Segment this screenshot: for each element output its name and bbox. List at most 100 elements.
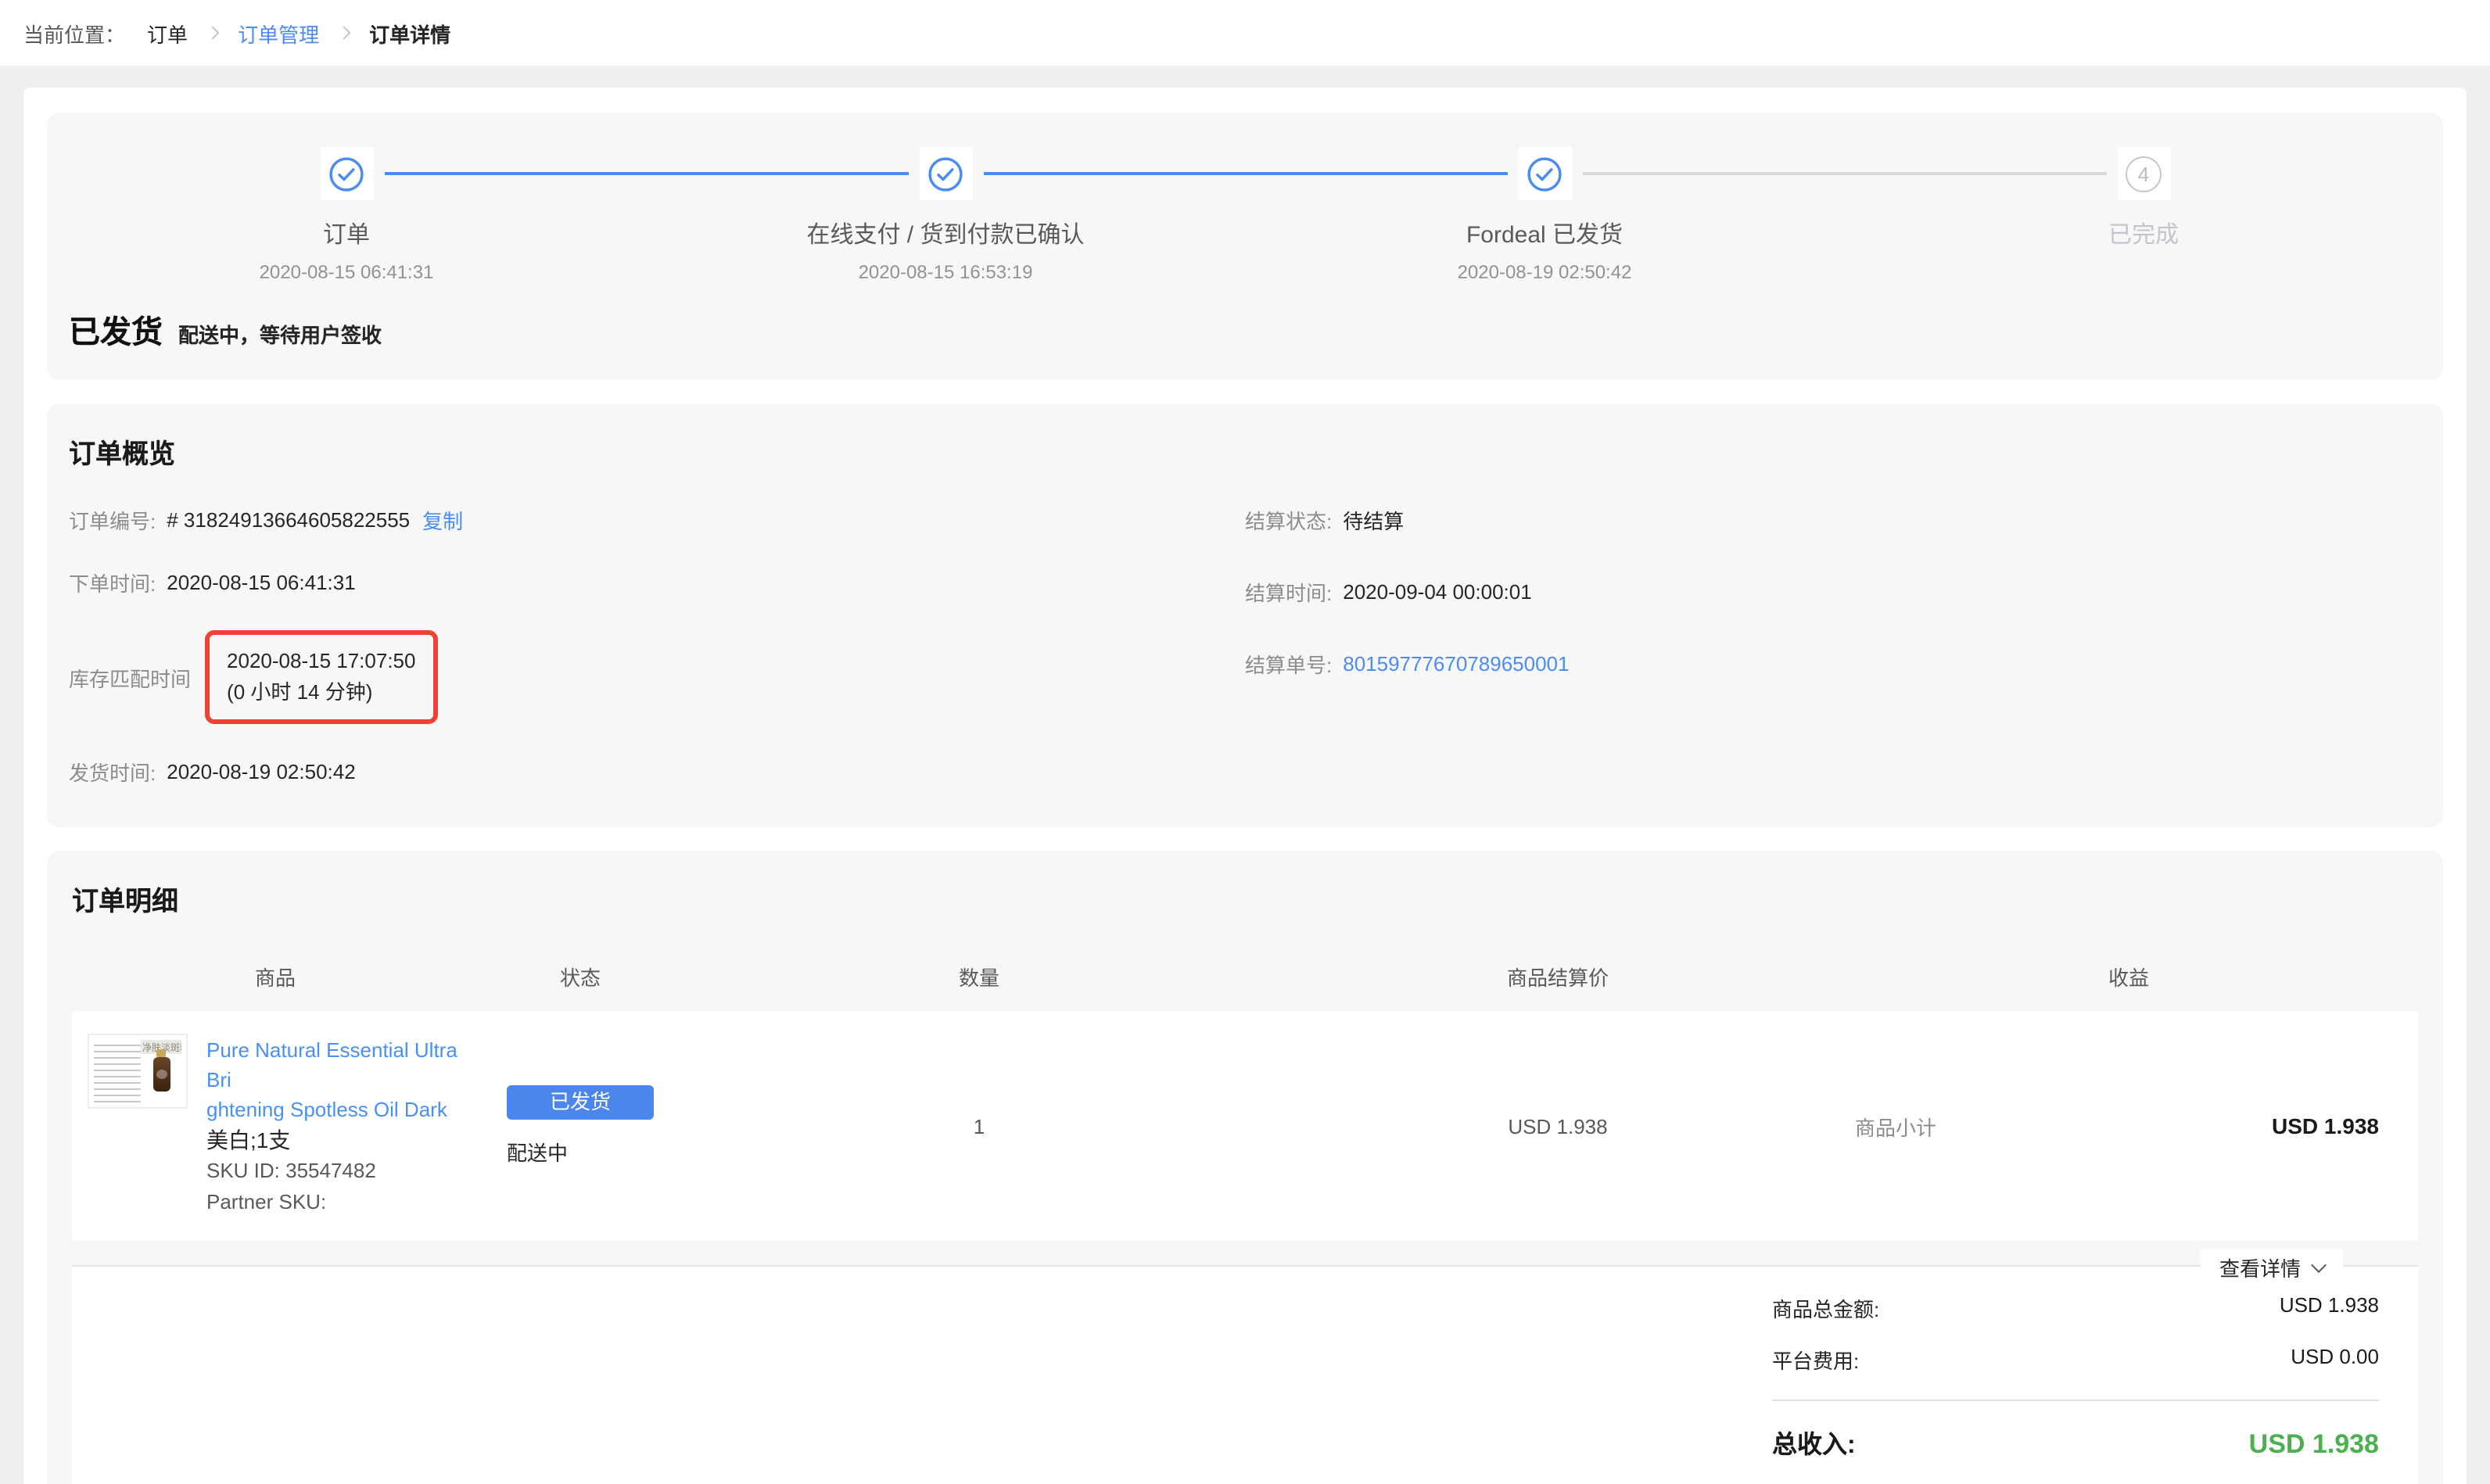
- order-time-label: 下单时间:: [69, 568, 156, 597]
- step-time: [1844, 261, 2443, 283]
- product-image-bottle-area: 净肤淡斑精油: [141, 1040, 181, 1102]
- step-label: 订单: [47, 217, 646, 250]
- column-header-product: 商品: [72, 961, 479, 991]
- order-status-desc: 配送中，等待用户签收: [178, 319, 382, 349]
- order-number-value: # 31824913664605822555: [167, 508, 410, 532]
- step-payment-confirmed: 在线支付 / 货到付款已确认 2020-08-15 16:53:19: [646, 147, 1245, 283]
- platform-fee-row: 平台费用: USD 0.00: [1772, 1345, 2379, 1375]
- ship-time-row: 发货时间: 2020-08-19 02:50:42: [69, 757, 1245, 787]
- step-number-icon: 4: [2117, 147, 2170, 200]
- settlement-status-label: 结算状态:: [1245, 505, 1332, 535]
- settlement-time-value: 2020-09-04 00:00:01: [1343, 580, 1531, 604]
- order-time-row: 下单时间: 2020-08-15 06:41:31: [69, 568, 1245, 597]
- check-circle-icon: [919, 147, 972, 200]
- order-detail-card: 订单 2020-08-15 06:41:31 在线支付 / 货到付款已确认 20…: [23, 88, 2467, 1484]
- total-amount-row: 商品总金额: USD 1.938: [1772, 1293, 2379, 1323]
- settlement-time-label: 结算时间:: [1245, 577, 1332, 607]
- settlement-status-value: 待结算: [1343, 505, 1404, 535]
- step-label: 在线支付 / 货到付款已确认: [646, 217, 1245, 250]
- subtotal-value: USD 1.938: [2272, 1113, 2379, 1138]
- ship-time-value: 2020-08-19 02:50:42: [167, 760, 355, 783]
- settlement-time-row: 结算时间: 2020-09-04 00:00:01: [1245, 577, 2421, 607]
- profit-cell: 商品小计 USD 1.938: [1839, 1111, 2418, 1141]
- settlement-number-row: 结算单号: 80159777670789650001: [1245, 649, 2421, 679]
- step-number: 4: [2126, 156, 2162, 192]
- product-image[interactable]: 净肤淡斑精油: [88, 1034, 188, 1109]
- breadcrumb-prefix: 当前位置：: [23, 18, 125, 48]
- order-number-row: 订单编号: # 31824913664605822555 复制: [69, 505, 1245, 535]
- overview-left-column: 订单编号: # 31824913664605822555 复制 下单时间: 20…: [69, 505, 1245, 787]
- status-cell: 已发货 配送中: [479, 1085, 682, 1167]
- step-completed: 4 已完成: [1844, 147, 2443, 283]
- total-income-value: USD 1.938: [2249, 1429, 2379, 1461]
- totals-divider: [1772, 1400, 2379, 1401]
- order-status-title: 已发货: [69, 306, 163, 352]
- breadcrumb-item-order-detail: 订单详情: [369, 18, 450, 48]
- check-circle-icon: [1518, 147, 1571, 200]
- section-title-overview: 订单概览: [69, 432, 2421, 471]
- chevron-right-icon: [338, 27, 351, 40]
- step-order: 订单 2020-08-15 06:41:31: [47, 147, 646, 283]
- column-header-profit: 收益: [1839, 961, 2418, 991]
- total-amount-label: 商品总金额:: [1772, 1293, 1879, 1323]
- platform-fee-value: USD 0.00: [2291, 1345, 2379, 1375]
- product-title-line2: ghtening Spotless Oil Dark: [206, 1098, 447, 1121]
- product-info: Pure Natural Essential Ultra Bri ghtenin…: [206, 1034, 479, 1218]
- stock-match-duration: (0 小时 14 分钟): [227, 677, 415, 708]
- order-number-label: 订单编号:: [69, 505, 156, 535]
- view-details-toggle[interactable]: 查看详情: [2201, 1249, 2343, 1284]
- stock-match-time: 2020-08-15 17:07:50: [227, 646, 415, 677]
- check-circle-icon: [320, 147, 373, 200]
- delivery-status: 配送中: [507, 1137, 654, 1167]
- chevron-right-icon: [206, 27, 220, 40]
- section-title-details: 订单明细: [72, 879, 2418, 918]
- total-income-label: 总收入:: [1772, 1423, 1856, 1461]
- bottle-graphic: [152, 1057, 170, 1091]
- order-status-line: 已发货 配送中，等待用户签收: [69, 306, 2443, 352]
- breadcrumb-item-orders[interactable]: 订单: [147, 18, 188, 48]
- settlement-price-cell: USD 1.938: [1276, 1114, 1839, 1138]
- total-income-row: 总收入: USD 1.938: [1772, 1423, 2379, 1461]
- order-detail-page: 当前位置： 订单 订单管理 订单详情 订单 2020-08-15 06:41:3…: [0, 0, 2490, 1484]
- stock-match-row: 库存匹配时间 2020-08-15 17:07:50 (0 小时 14 分钟): [69, 630, 1245, 724]
- product-spec: 美白;1支: [206, 1126, 479, 1156]
- overview-grid: 订单编号: # 31824913664605822555 复制 下单时间: 20…: [69, 505, 2421, 787]
- product-partner-sku: Partner SKU:: [206, 1187, 479, 1218]
- order-progress-panel: 订单 2020-08-15 06:41:31 在线支付 / 货到付款已确认 20…: [47, 113, 2443, 380]
- ship-time-label: 发货时间:: [69, 757, 156, 787]
- table-row: 净肤淡斑精油 Pure Natural Essential Ultra Bri …: [72, 1012, 2418, 1240]
- product-image-text-area: [94, 1040, 141, 1102]
- settlement-number-label: 结算单号:: [1245, 649, 1332, 679]
- table-header: 商品 状态 数量 商品结算价 收益: [72, 940, 2418, 1012]
- breadcrumb: 当前位置： 订单 订单管理 订单详情: [0, 0, 2490, 66]
- chevron-down-icon: [2311, 1256, 2327, 1272]
- column-header-quantity: 数量: [682, 961, 1276, 991]
- step-shipped: Fordeal 已发货 2020-08-19 02:50:42: [1245, 147, 1844, 283]
- product-title-link[interactable]: Pure Natural Essential Ultra Bri ghtenin…: [206, 1035, 479, 1124]
- column-header-status: 状态: [479, 961, 682, 991]
- subtotal-label: 商品小计: [1855, 1111, 1936, 1141]
- order-details-panel: 订单明细 商品 状态 数量 商品结算价 收益 净肤淡斑精油: [47, 851, 2443, 1484]
- step-time: 2020-08-15 06:41:31: [47, 261, 646, 283]
- step-label: 已完成: [1844, 217, 2443, 250]
- quantity-cell: 1: [682, 1114, 1276, 1138]
- stock-match-label: 库存匹配时间: [69, 662, 191, 692]
- status-badge: 已发货: [507, 1085, 654, 1120]
- product-sku: SKU ID: 35547482: [206, 1156, 479, 1187]
- order-overview-panel: 订单概览 订单编号: # 31824913664605822555 复制 下单时…: [47, 403, 2443, 827]
- column-header-settlement-price: 商品结算价: [1276, 961, 1839, 991]
- stock-match-highlight-box: 2020-08-15 17:07:50 (0 小时 14 分钟): [205, 630, 437, 724]
- product-cell: 净肤淡斑精油 Pure Natural Essential Ultra Bri …: [72, 1034, 479, 1218]
- copy-order-number-link[interactable]: 复制: [422, 505, 463, 535]
- breadcrumb-item-order-management[interactable]: 订单管理: [238, 18, 319, 48]
- product-title-line1: Pure Natural Essential Ultra Bri: [206, 1038, 457, 1091]
- step-label: Fordeal 已发货: [1245, 217, 1844, 250]
- order-totals: 查看详情 商品总金额: USD 1.938 平台费用: USD 0.00 总收入…: [72, 1265, 2418, 1484]
- settlement-number-link[interactable]: 80159777670789650001: [1343, 652, 1569, 676]
- totals-summary: 商品总金额: USD 1.938 平台费用: USD 0.00 总收入: USD…: [1772, 1293, 2379, 1461]
- total-amount-value: USD 1.938: [2280, 1293, 2379, 1323]
- step-time: 2020-08-19 02:50:42: [1245, 261, 1844, 283]
- order-time-value: 2020-08-15 06:41:31: [167, 571, 355, 594]
- overview-right-column: 结算状态: 待结算 结算时间: 2020-09-04 00:00:01 结算单号…: [1245, 505, 2421, 787]
- settlement-status-row: 结算状态: 待结算: [1245, 505, 2421, 535]
